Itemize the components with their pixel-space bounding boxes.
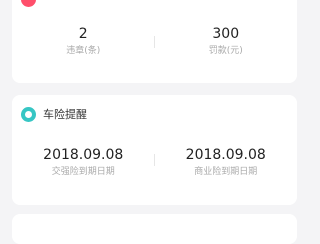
compulsory-insurance-label: 交强险到期日期 [51,167,115,177]
insurance-dates: 2018.09.08 交强险到期日期 2018.09.08 商业险到期日期 [12,147,297,178]
stat-divider [154,36,155,48]
insurance-reminder-card[interactable]: 车险提醒 2018.09.08 交强险到期日期 2018.09.08 商业险到期… [12,95,297,205]
traffic-violation-icon [21,0,36,7]
violation-count-stat[interactable]: 2 违章(条) [12,26,155,57]
violation-count-label: 违章(条) [66,46,101,56]
compulsory-insurance-stat[interactable]: 2018.09.08 交强险到期日期 [12,147,155,178]
insurance-reminder-icon [21,107,36,122]
stat-divider [154,154,155,166]
violations-stats: 2 违章(条) 300 罚款(元) [12,26,297,57]
violations-card[interactable]: 2 违章(条) 300 罚款(元) [12,0,297,83]
fine-amount-stat[interactable]: 300 罚款(元) [155,26,298,57]
commercial-insurance-date: 2018.09.08 [185,147,266,163]
fine-amount-value: 300 [212,26,240,42]
commercial-insurance-label: 商业险到期日期 [194,167,258,177]
commercial-insurance-stat[interactable]: 2018.09.08 商业险到期日期 [155,147,298,178]
insurance-card-title: 车险提醒 [43,108,87,121]
compulsory-insurance-date: 2018.09.08 [43,147,124,163]
insurance-card-header: 车险提醒 [21,107,87,122]
fine-amount-label: 罚款(元) [208,46,243,56]
violation-count-value: 2 [78,26,88,42]
